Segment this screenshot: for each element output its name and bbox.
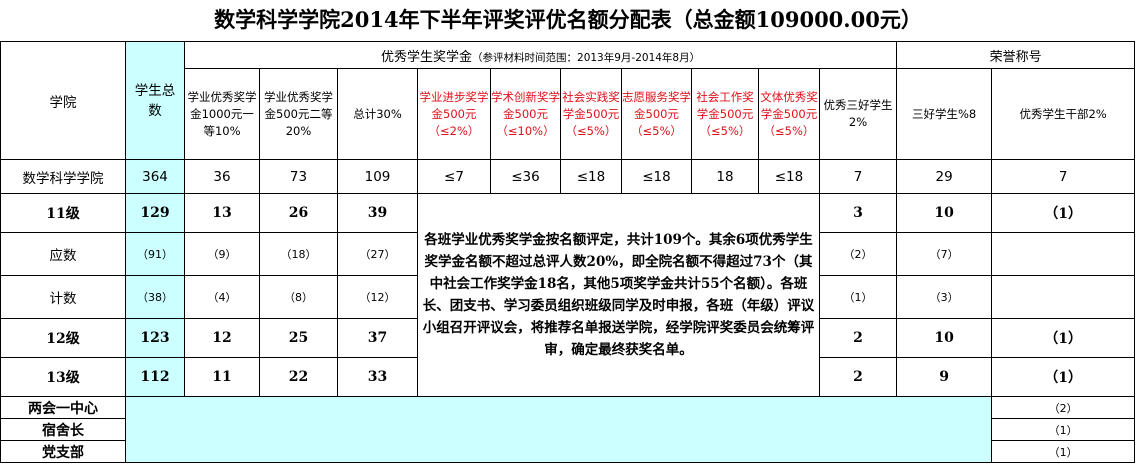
cell-sum[interactable]: 37 [337,318,418,358]
header-practice[interactable]: 社会实践奖学金500元（≤5%） [560,68,622,160]
row-label[interactable]: 13级 [0,357,126,397]
cell-second[interactable]: 22 [259,357,338,397]
header-second-class[interactable]: 学业优秀奖学金500元二等20% [259,68,338,160]
cell-first[interactable]: 13 [184,193,260,233]
header-total-students[interactable]: 学生总数 [125,41,185,160]
header-first-class[interactable]: 学业优秀奖学金1000元一等10% [184,68,260,160]
cell-sum[interactable]: 39 [337,193,418,233]
cell-sum[interactable]: （12） [337,275,418,319]
spreadsheet: 数学科学学院2014年下半年评奖评优名额分配表（总金额109000.00元） 学… [0,0,1136,473]
header-college[interactable]: 学院 [0,41,126,160]
cell-first[interactable]: （4） [184,275,260,319]
table-row: 两会一中心 （2） [0,396,1136,463]
cell-cadre[interactable]: （1） [991,193,1136,233]
header-social-work[interactable]: 社会工作奖学金500元（≤5%） [691,68,759,160]
header-sports[interactable]: 文体优秀奖学金500元（≤5%） [758,68,820,160]
cell-social-work[interactable]: 18 [691,159,759,194]
cell-merit[interactable]: 2 [818,357,898,397]
row-label[interactable]: 12级 [0,318,126,358]
cell-first[interactable]: 11 [184,357,260,397]
cell-cadre[interactable]: （2） [991,396,1136,419]
cell-first[interactable]: 36 [184,159,260,194]
cell-three-good[interactable]: 10 [896,193,993,233]
cell-total[interactable]: （38） [125,275,185,319]
cell-cadre[interactable]: （1） [991,440,1136,463]
cell-merit[interactable]: 2 [818,318,898,358]
header-merit-student[interactable]: 优秀三好学生2% [818,68,898,160]
cell-second[interactable]: 26 [259,193,338,233]
cell-volunteer[interactable]: ≤18 [621,159,692,194]
allocation-note[interactable]: 各班学业优秀奖学金按名额评定，共计109个。其余6项优秀学生奖学金名额不超过总评… [417,193,820,397]
highlighted-block[interactable] [124,396,993,463]
cell-three-good[interactable]: 10 [896,318,993,358]
cell-progress[interactable]: ≤7 [417,159,491,194]
cell-first[interactable]: （9） [184,232,260,276]
cell-three-good[interactable]: 9 [896,357,993,397]
cell-practice[interactable]: ≤18 [560,159,622,194]
cell-total[interactable]: 364 [125,159,185,194]
cell-total[interactable]: 123 [125,318,185,358]
cell-merit[interactable]: 3 [818,193,898,233]
cell-sum[interactable]: 33 [337,357,418,397]
cell-total[interactable]: 112 [125,357,185,397]
cell-cadre[interactable]: （1） [991,318,1136,358]
cell-total[interactable]: 129 [125,193,185,233]
scholarship-group-label: 优秀学生奖学金 [381,49,473,65]
cell-second[interactable]: （8） [259,275,338,319]
header-cadre[interactable]: 优秀学生干部2% [991,68,1136,160]
row-label[interactable]: 计数 [0,275,126,319]
cell-sports[interactable]: ≤18 [758,159,820,194]
sheet-title: 数学科学学院2014年下半年评奖评优名额分配表（总金额109000.00元） [214,7,922,32]
cell-sum[interactable]: （27） [337,232,418,276]
table-row: 11级 129 13 26 39 各班学业优秀奖学金按名额评定，共计109个。其… [0,193,1136,397]
cell-innovation[interactable]: ≤36 [490,159,561,194]
cell-merit[interactable]: （2） [818,232,898,276]
table-row: 数学科学学院 364 36 73 109 ≤7 ≤36 ≤18 ≤18 18 ≤… [0,159,1136,194]
cell-second[interactable]: 73 [259,159,338,194]
row-label[interactable]: 宿舍长 [0,418,126,441]
cell-cadre[interactable] [991,275,1136,319]
cell-cadre[interactable]: 7 [991,159,1136,194]
cell-merit[interactable]: （1） [818,275,898,319]
scholarship-range-label: （参评材料时间范围：2013年9月-2014年8月） [472,51,701,64]
row-label[interactable]: 党支部 [0,440,126,463]
header-scholarship-group[interactable]: 优秀学生奖学金（参评材料时间范围：2013年9月-2014年8月） [183,41,898,69]
cell-cadre[interactable]: （1） [991,357,1136,397]
row-label[interactable]: 数学科学学院 [0,159,126,194]
header-total[interactable]: 总计30% [337,68,418,160]
header-row-1: 学院 学生总数 优秀学生奖学金（参评材料时间范围：2013年9月-2014年8月… [0,41,1136,160]
cell-three-good[interactable]: （7） [896,232,993,276]
cell-three-good[interactable]: （3） [896,275,993,319]
cell-sum[interactable]: 109 [337,159,418,194]
cell-cadre[interactable]: （1） [991,418,1136,441]
cell-total[interactable]: （91） [125,232,185,276]
cell-second[interactable]: 25 [259,318,338,358]
row-label[interactable]: 应数 [0,232,126,276]
allocation-table: 学院 学生总数 优秀学生奖学金（参评材料时间范围：2013年9月-2014年8月… [0,41,1136,463]
header-volunteer[interactable]: 志愿服务奖学金500元（≤5%） [621,68,692,160]
cell-three-good[interactable]: 29 [896,159,993,194]
header-honor-group[interactable]: 荣誉称号 [896,41,1136,69]
cell-cadre[interactable] [991,232,1136,276]
header-three-good[interactable]: 三好学生%8 [896,68,993,160]
header-innovation[interactable]: 学术创新奖学金500元（≤10%） [490,68,561,160]
row-label[interactable]: 两会一中心 [0,396,126,419]
cell-first[interactable]: 12 [184,318,260,358]
row-label[interactable]: 11级 [0,193,126,233]
cell-merit[interactable]: 7 [818,159,898,194]
cell-second[interactable]: （18） [259,232,338,276]
header-progress[interactable]: 学业进步奖学金500元（≤2%） [417,68,491,160]
